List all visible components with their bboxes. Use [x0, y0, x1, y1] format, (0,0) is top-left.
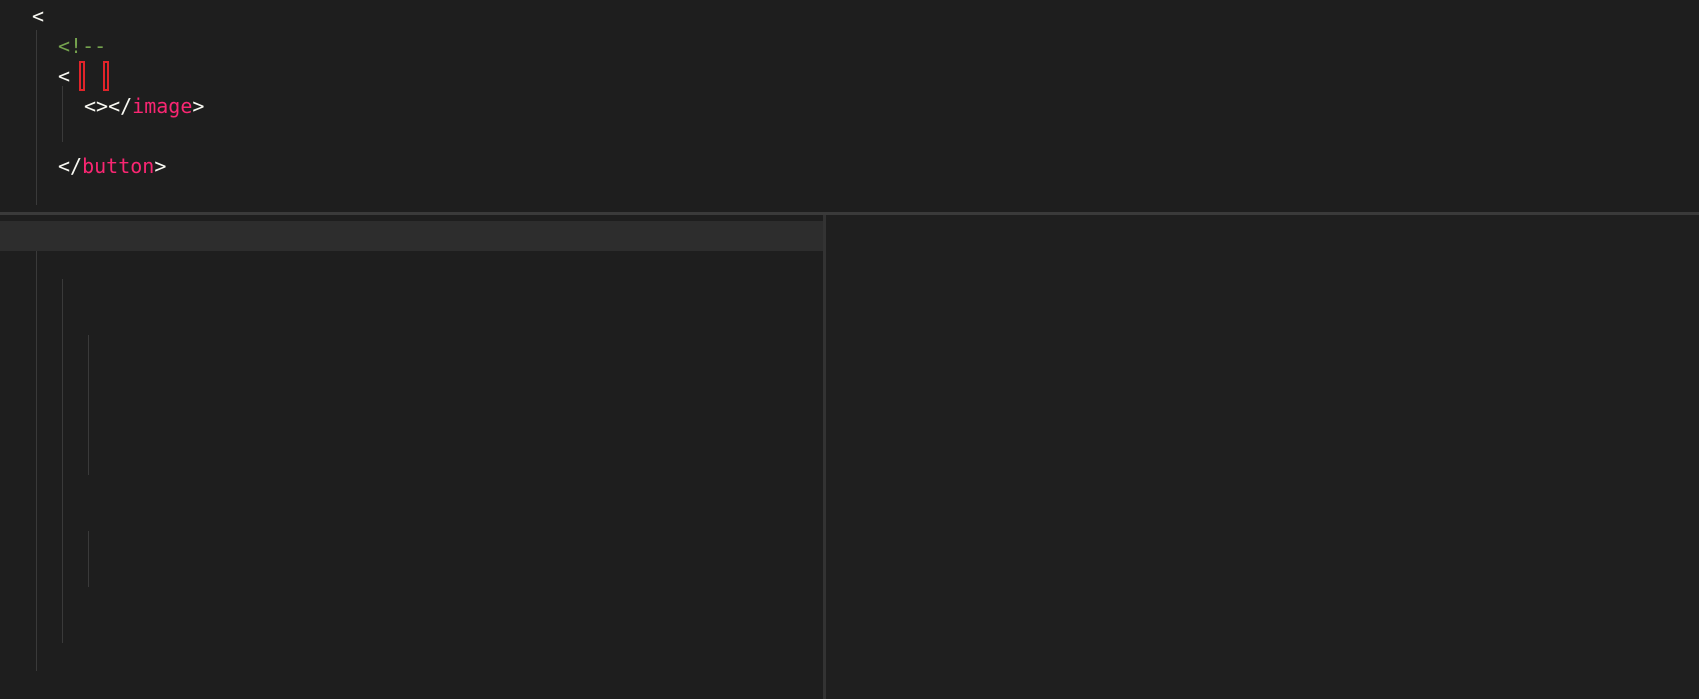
editor-pane-empty[interactable]	[826, 215, 1699, 699]
code-line[interactable]: </button>	[58, 151, 166, 181]
editor-pane-template[interactable]: < <!-- < <></image> </button>	[0, 0, 1699, 215]
code-line[interactable]: <	[58, 61, 106, 91]
indent-guide	[62, 86, 63, 142]
indent-guide	[36, 251, 37, 671]
code-line[interactable]: <></image>	[84, 91, 204, 121]
indent-guide	[88, 335, 89, 475]
editor-pane-script[interactable]	[0, 215, 826, 699]
code-line[interactable]: <	[32, 1, 44, 31]
indent-guide	[62, 279, 63, 643]
indent-guide	[88, 531, 89, 587]
indent-guide	[36, 30, 37, 205]
current-line-highlight	[0, 221, 823, 251]
code-line[interactable]: <!--	[58, 31, 118, 61]
